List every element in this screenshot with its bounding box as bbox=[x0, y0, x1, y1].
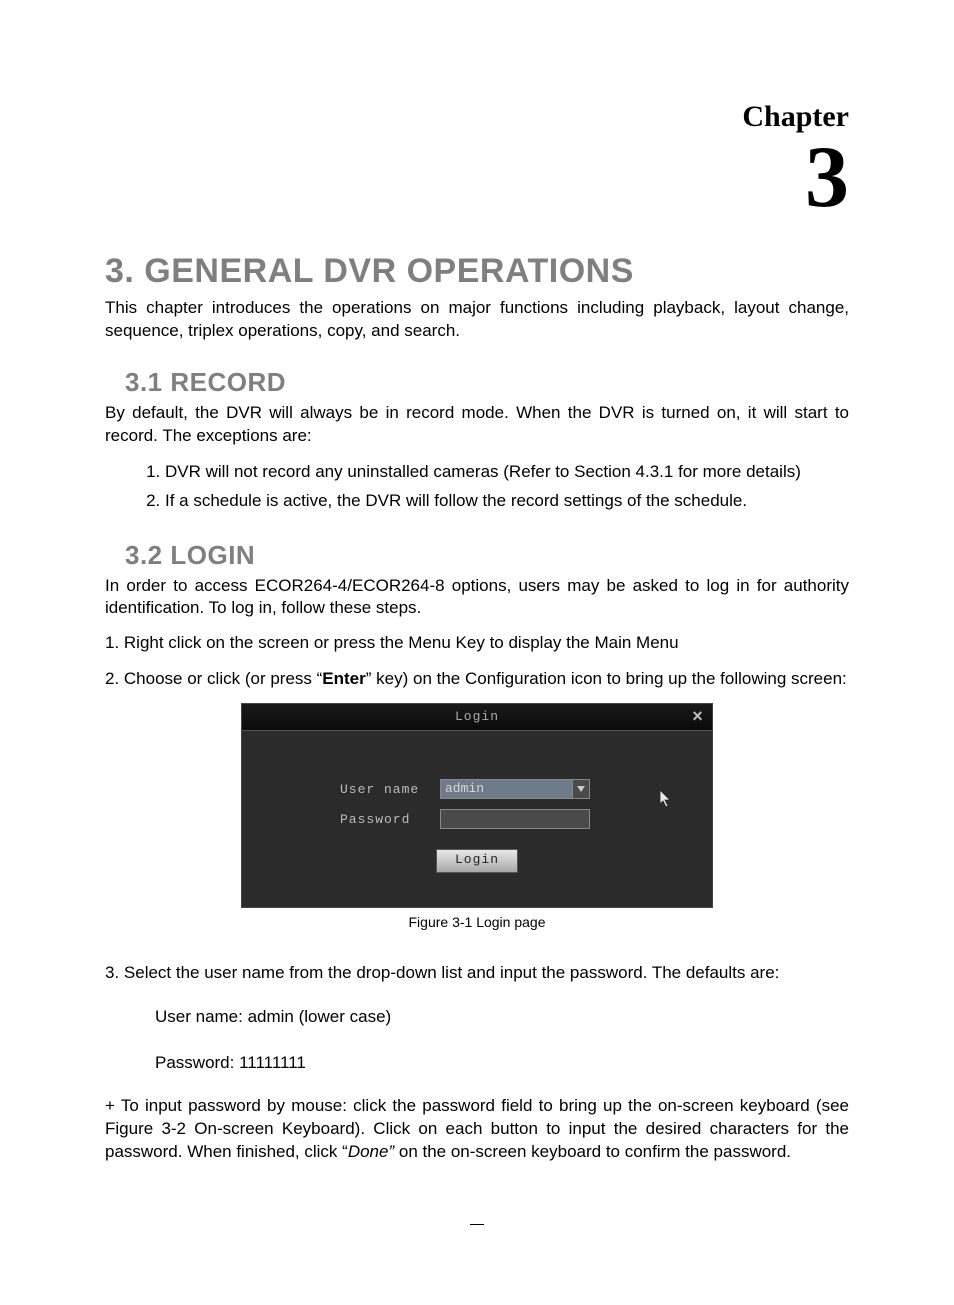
password-field[interactable] bbox=[440, 809, 590, 829]
chapter-title: 3. GENERAL DVR OPERATIONS bbox=[105, 252, 849, 291]
step-2: 2. Choose or click (or press “Enter” key… bbox=[105, 666, 849, 692]
login-titlebar: Login × bbox=[242, 704, 712, 731]
chapter-number: 3 bbox=[105, 134, 849, 222]
section-3-1-list: DVR will not record any uninstalled came… bbox=[105, 458, 849, 516]
step-4-text-post: on the on-screen keyboard to confirm the… bbox=[394, 1142, 791, 1161]
step-3: 3. Select the user name from the drop-do… bbox=[105, 960, 849, 986]
step-4-italic: Done” bbox=[348, 1142, 394, 1161]
section-3-2-heading: 3.2 LOGIN bbox=[125, 540, 849, 571]
chapter-label: Chapter bbox=[105, 100, 849, 134]
figure-caption: Figure 3-1 Login page bbox=[105, 914, 849, 930]
step-2-text-post: ” key) on the Configuration icon to brin… bbox=[366, 669, 847, 688]
step-2-text-pre: 2. Choose or click (or press “ bbox=[105, 669, 322, 688]
password-label: Password bbox=[272, 812, 440, 827]
page-footer-rule bbox=[470, 1224, 484, 1225]
username-label: User name bbox=[272, 782, 440, 797]
intro-paragraph: This chapter introduces the operations o… bbox=[105, 297, 849, 343]
username-value: admin bbox=[445, 781, 484, 796]
step-1: 1. Right click on the screen or press th… bbox=[105, 630, 849, 656]
username-select[interactable]: admin bbox=[440, 779, 590, 799]
close-icon[interactable]: × bbox=[688, 706, 708, 726]
step-2-bold: Enter bbox=[322, 669, 365, 688]
chapter-heading-block: Chapter 3 bbox=[105, 100, 849, 222]
login-dialog-title: Login bbox=[455, 709, 499, 724]
section-3-1-heading: 3.1 RECORD bbox=[125, 367, 849, 398]
default-password: Password: 11111111 bbox=[155, 1049, 849, 1078]
cursor-pointer-icon bbox=[658, 789, 674, 809]
section-3-2-paragraph: In order to access ECOR264-4/ECOR264-8 o… bbox=[105, 575, 849, 621]
login-button[interactable]: Login bbox=[436, 849, 518, 873]
list-item: DVR will not record any uninstalled came… bbox=[165, 458, 849, 487]
section-3-1-paragraph: By default, the DVR will always be in re… bbox=[105, 402, 849, 448]
chevron-down-icon[interactable] bbox=[572, 780, 589, 798]
login-dialog: Login × User name admin Password Login bbox=[241, 703, 713, 908]
default-username: User name: admin (lower case) bbox=[155, 1003, 849, 1032]
step-4: + To input password by mouse: click the … bbox=[105, 1095, 849, 1164]
list-item: If a schedule is active, the DVR will fo… bbox=[165, 487, 849, 516]
document-page: Chapter 3 3. GENERAL DVR OPERATIONS This… bbox=[0, 0, 954, 1305]
